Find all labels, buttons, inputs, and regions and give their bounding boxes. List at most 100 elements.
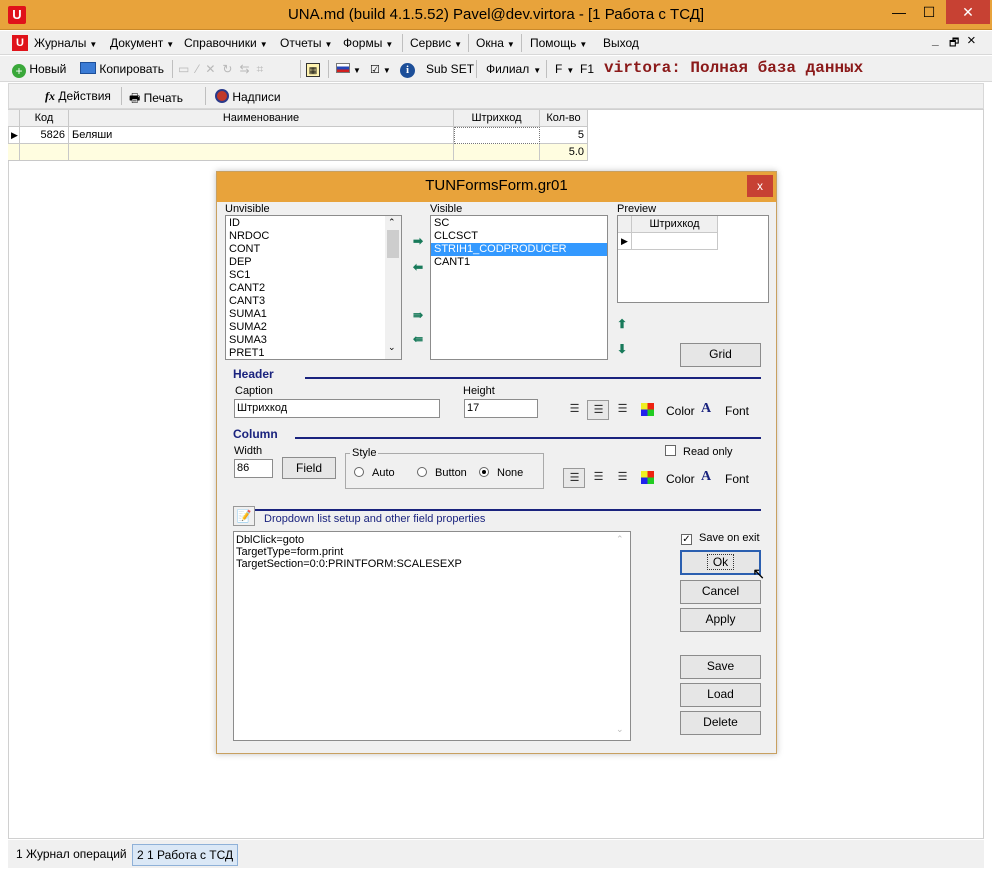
load-button[interactable]: Load bbox=[680, 683, 761, 707]
grid-header-name[interactable]: Наименование bbox=[69, 110, 454, 127]
menu-journals[interactable]: Журналы ▼ bbox=[34, 36, 97, 50]
f-dropdown[interactable]: F ▼ bbox=[555, 62, 574, 76]
print-button[interactable]: 🖶 Печать bbox=[129, 89, 183, 110]
field-button[interactable]: Field bbox=[282, 457, 336, 479]
menu-document[interactable]: Документ ▼ bbox=[110, 36, 174, 50]
visible-field-item[interactable]: CANT1 bbox=[431, 256, 607, 269]
minimize-button[interactable]: — bbox=[884, 0, 914, 24]
unvisible-field-item[interactable]: ID bbox=[226, 217, 384, 230]
column-font-icon[interactable]: A bbox=[701, 469, 711, 485]
header-align-left-icon[interactable]: ☰ bbox=[563, 400, 585, 420]
grid-header-barcode[interactable]: Штрихкод bbox=[454, 110, 540, 127]
unvisible-field-item[interactable]: PRET1 bbox=[226, 347, 384, 359]
unvisible-field-item[interactable]: SC1 bbox=[226, 269, 384, 282]
visible-field-item[interactable]: CLCSCT bbox=[431, 230, 607, 243]
unvisible-fields-list[interactable]: ID NRDOC CONT DEP SC1 CANT2 CANT3 SUMA1 SUMA2 SUM… bbox=[225, 215, 402, 360]
grid-header-qty[interactable]: Кол-во bbox=[540, 110, 588, 127]
save-button[interactable]: Save bbox=[680, 655, 761, 679]
grid-cell-barcode[interactable] bbox=[454, 127, 540, 144]
mdi-close-button[interactable]: × bbox=[967, 32, 976, 49]
column-font-label[interactable]: Font bbox=[725, 472, 749, 486]
ok-button[interactable]: Ok bbox=[680, 550, 761, 575]
unvisible-field-item[interactable]: DEP bbox=[226, 256, 384, 269]
unvisible-field-item[interactable]: CONT bbox=[226, 243, 384, 256]
unvisible-field-item[interactable]: CANT2 bbox=[226, 282, 384, 295]
copy-button[interactable]: Копировать bbox=[80, 62, 164, 76]
delete-button[interactable]: Delete bbox=[680, 711, 761, 735]
move-up-icon[interactable]: ⬆ bbox=[615, 318, 629, 330]
move-all-left-icon[interactable]: ⇚ bbox=[411, 333, 425, 345]
column-align-left-icon[interactable]: ☰ bbox=[563, 468, 585, 488]
app-menu-icon[interactable]: U bbox=[12, 35, 28, 51]
menu-windows[interactable]: Окна ▼ bbox=[476, 36, 515, 50]
close-window-button[interactable]: ✕ bbox=[946, 0, 990, 24]
style-auto-radio[interactable]: Auto bbox=[354, 467, 395, 479]
menu-forms[interactable]: Формы ▼ bbox=[343, 36, 393, 50]
apply-button[interactable]: Apply bbox=[680, 608, 761, 632]
style-none-radio[interactable]: None bbox=[479, 467, 523, 479]
props-scroll-down-icon[interactable]: ⌄ bbox=[616, 724, 624, 735]
calc-icon[interactable]: ▦ bbox=[306, 62, 320, 77]
caption-input[interactable]: Штрихкод bbox=[234, 399, 440, 418]
column-color-icon[interactable] bbox=[641, 471, 654, 484]
sub-set-button[interactable]: Sub SET bbox=[426, 62, 474, 76]
unvisible-field-item[interactable]: NRDOC bbox=[226, 230, 384, 243]
branch-dropdown[interactable]: Филиал ▼ bbox=[486, 62, 541, 76]
header-align-center-icon[interactable]: ☰ bbox=[587, 400, 609, 420]
notepad-icon[interactable]: 📝 bbox=[233, 506, 255, 526]
unvisible-field-item[interactable]: SUMA1 bbox=[226, 308, 384, 321]
menu-service[interactable]: Сервис ▼ bbox=[410, 36, 462, 50]
height-input[interactable]: 17 bbox=[464, 399, 538, 418]
grid-header-code[interactable]: Код bbox=[20, 110, 69, 127]
move-left-icon[interactable]: ⬅ bbox=[411, 261, 425, 273]
scroll-thumb[interactable] bbox=[387, 230, 399, 258]
visible-fields-list[interactable]: SC CLCSCT STRIH1_CODPRODUCER CANT1 bbox=[430, 215, 608, 360]
move-down-icon[interactable]: ⬇ bbox=[615, 343, 629, 355]
chevron-down-icon[interactable]: ⌄ bbox=[388, 342, 396, 353]
cancel-button[interactable]: Cancel bbox=[680, 580, 761, 604]
list-scrollbar[interactable]: ⌃ ⌄ bbox=[385, 216, 401, 359]
tab-tsd-work[interactable]: 2 1 Работа с ТСД bbox=[132, 844, 239, 866]
tab-operations-journal[interactable]: 1 Журнал операций bbox=[12, 844, 131, 866]
visible-field-item[interactable]: STRIH1_CODPRODUCER bbox=[431, 243, 607, 256]
header-align-right-icon[interactable]: ☰ bbox=[611, 400, 633, 420]
labels-button[interactable]: Надписи bbox=[215, 89, 281, 104]
info-icon[interactable]: i bbox=[400, 62, 415, 78]
unvisible-field-item[interactable]: SUMA3 bbox=[226, 334, 384, 347]
header-font-label[interactable]: Font bbox=[725, 404, 749, 418]
move-all-right-icon[interactable]: ⇛ bbox=[411, 309, 425, 321]
header-font-icon[interactable]: A bbox=[701, 401, 711, 417]
mdi-minimize-button[interactable]: _ bbox=[932, 33, 939, 47]
menu-help[interactable]: Помощь ▼ bbox=[530, 36, 587, 50]
f1-button[interactable]: F1 bbox=[580, 62, 594, 76]
read-only-checkbox[interactable]: Read only bbox=[665, 445, 733, 458]
column-align-center-icon[interactable]: ☰ bbox=[587, 468, 609, 488]
width-input[interactable]: 86 bbox=[234, 459, 273, 478]
checklist-icon[interactable]: ☑ ▼ bbox=[370, 62, 391, 76]
grid-cell-name[interactable]: Беляши bbox=[69, 127, 454, 144]
mdi-restore-button[interactable]: 🗗 bbox=[949, 34, 959, 53]
grid-cell-qty[interactable]: 5 bbox=[540, 127, 588, 144]
chevron-up-icon[interactable]: ⌃ bbox=[388, 217, 396, 228]
flag-icon[interactable]: ▼ bbox=[336, 62, 361, 76]
unvisible-field-item[interactable]: CANT3 bbox=[226, 295, 384, 308]
save-on-exit-checkbox[interactable]: ✓ Save on exit bbox=[681, 532, 760, 545]
header-color-icon[interactable] bbox=[641, 403, 654, 416]
header-color-label[interactable]: Color bbox=[666, 404, 695, 418]
move-right-icon[interactable]: ➡ bbox=[411, 235, 425, 247]
column-color-label[interactable]: Color bbox=[666, 472, 695, 486]
visible-field-item[interactable]: SC bbox=[431, 217, 607, 230]
maximize-button[interactable]: ☐ bbox=[914, 0, 944, 24]
column-align-right-icon[interactable]: ☰ bbox=[611, 468, 633, 488]
dialog-close-button[interactable]: x bbox=[747, 175, 773, 197]
unvisible-field-item[interactable]: SUMA2 bbox=[226, 321, 384, 334]
actions-button[interactable]: fx Действия bbox=[45, 89, 111, 104]
style-button-radio[interactable]: Button bbox=[417, 467, 467, 479]
menu-directories[interactable]: Справочники ▼ bbox=[184, 36, 268, 50]
menu-reports[interactable]: Отчеты ▼ bbox=[280, 36, 332, 50]
grid-button[interactable]: Grid bbox=[680, 343, 761, 367]
menu-exit[interactable]: Выход bbox=[603, 36, 639, 50]
new-button[interactable]: + Новый bbox=[12, 62, 66, 78]
grid-cell-code[interactable]: 5826 bbox=[20, 127, 69, 144]
props-textarea[interactable]: DblClick=goto TargetType=form.print Target… bbox=[233, 531, 631, 741]
